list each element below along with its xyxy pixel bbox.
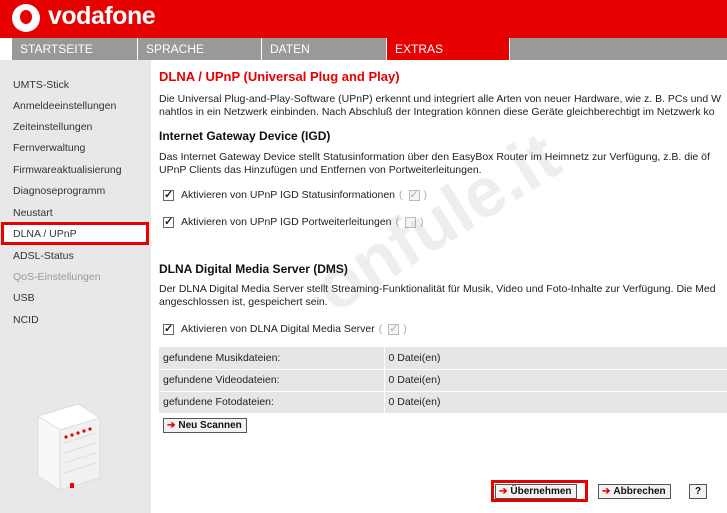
igd-status-current-state-checkbox [408,188,420,201]
dms-enable-row: Aktivieren von DLNA Digital Media Server… [163,322,407,336]
apply-button[interactable]: ➔ Übernehmen [495,484,577,499]
arrow-right-icon: ➔ [167,420,176,431]
dms-desc-line-1: Der DLNA Digital Media Server stellt Str… [159,283,716,295]
igd-ports-current-state-checkbox [405,216,416,228]
video-files-label: gefundene Videodateien: [159,369,385,392]
photo-files-value: 0 Datei(en) [384,391,727,414]
tab-extras[interactable]: EXTRAS [387,38,510,60]
igd-ports-row: Aktivieren von UPnP IGD Portweiterleitun… [163,215,424,229]
cancel-button-label: Abbrechen [613,486,666,497]
sidebar-item-neustart[interactable]: Neustart [13,207,53,219]
main-content: DLNA / UPnP (Universal Plug and Play) Di… [151,60,727,513]
sidebar-item-dlna-upnp[interactable]: DLNA / UPnP [13,228,77,240]
sidebar-item-firmwareaktualisierung[interactable]: Firmwareaktualisierung [13,164,122,176]
tab-sprache[interactable]: SPRACHE [138,38,262,60]
sidebar-item-ncid[interactable]: NCID [13,314,39,326]
top-nav: STARTSEITE SPRACHE DATEN EXTRAS [0,38,727,60]
video-files-value: 0 Datei(en) [384,369,727,392]
media-files-table: gefundene Musikdateien: 0 Datei(en) gefu… [159,347,727,414]
sidebar-item-adsl-status[interactable]: ADSL-Status [13,250,74,262]
igd-status-label: Aktivieren von UPnP IGD Statusinformatio… [181,189,395,201]
help-button-label: ? [695,486,702,497]
igd-desc-line-1: Das Internet Gateway Device stellt Statu… [159,151,710,163]
header-bar: vodafone [0,0,727,38]
dms-desc-line-2: angeschlossen ist, gespeichert sein. [159,296,328,308]
arrow-right-icon: ➔ [499,486,508,497]
intro-text-line-1: Die Universal Plug-and-Play-Software (UP… [159,93,722,105]
photo-files-label: gefundene Fotodateien: [159,391,385,414]
top-nav-strip: STARTSEITE SPRACHE DATEN EXTRAS [12,38,727,60]
sidebar-item-usb[interactable]: USB [13,292,35,304]
table-row: gefundene Fotodateien: 0 Datei(en) [159,391,727,414]
dms-enable-paren-open: ( [378,323,383,335]
dms-enable-paren-close: ) [403,323,407,335]
igd-ports-paren-open: ( [395,216,400,228]
sidebar: UMTS-Stick Anmeldeeinstellungen Zeiteins… [0,60,151,513]
sidebar-item-umts-stick[interactable]: UMTS-Stick [13,79,69,91]
music-files-value: 0 Datei(en) [384,347,727,370]
dms-enable-checkbox[interactable] [163,322,174,335]
igd-status-paren-open: ( [399,189,403,201]
igd-status-row: Aktivieren von UPnP IGD Statusinformatio… [163,188,427,202]
dms-heading: DLNA Digital Media Server (DMS) [159,262,348,276]
apply-button-label: Übernehmen [510,486,572,497]
table-row: gefundene Musikdateien: 0 Datei(en) [159,347,727,370]
igd-status-paren-close: ) [423,189,428,201]
dms-enable-current-state-checkbox [388,322,400,335]
vodafone-logo-icon [12,4,40,32]
igd-ports-paren-close: ) [420,216,424,228]
tab-startseite[interactable]: STARTSEITE [12,38,138,60]
igd-ports-checkbox[interactable] [163,215,174,228]
sidebar-item-fernverwaltung[interactable]: Fernverwaltung [13,142,85,154]
sidebar-item-zeiteinstellungen[interactable]: Zeiteinstellungen [13,121,92,133]
igd-ports-label: Aktivieren von UPnP IGD Portweiterleitun… [181,216,392,228]
igd-status-checkbox[interactable] [163,188,174,201]
tab-daten[interactable]: DATEN [262,38,387,60]
page-title: DLNA / UPnP (Universal Plug and Play) [159,69,400,84]
brand-name: vodafone [48,2,156,30]
music-files-label: gefundene Musikdateien: [159,347,385,370]
igd-desc-line-2: UPnP Clients das Hinzufügen und Entferne… [159,164,482,176]
rescan-button-label: Neu Scannen [178,420,242,431]
help-button[interactable]: ? [689,484,708,499]
sidebar-item-anmeldeeinstellungen[interactable]: Anmeldeeinstellungen [13,100,116,112]
intro-text-line-2: nahtlos in ein Netzwerk einbinden. Nach … [159,106,715,118]
dms-enable-label: Aktivieren von DLNA Digital Media Server [181,323,375,335]
igd-heading: Internet Gateway Device (IGD) [159,129,331,143]
sidebar-item-qos-einstellungen: QoS-Einstellungen [13,271,101,283]
cancel-button[interactable]: ➔ Abbrechen [598,484,671,499]
easybox-router-image [36,403,102,491]
sidebar-item-diagnoseprogramm[interactable]: Diagnoseprogramm [13,185,105,197]
table-row: gefundene Videodateien: 0 Datei(en) [159,369,727,392]
rescan-button[interactable]: ➔ Neu Scannen [163,418,247,433]
arrow-right-icon: ➔ [602,486,611,497]
